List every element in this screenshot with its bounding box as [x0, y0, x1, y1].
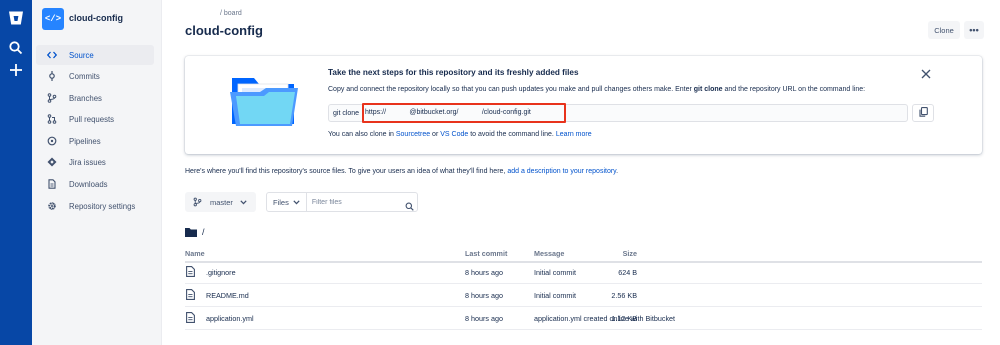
code-icon — [47, 50, 57, 60]
file-icon — [186, 312, 195, 323]
header-size[interactable]: Size — [623, 249, 637, 258]
search-icon[interactable] — [405, 198, 414, 211]
table-row[interactable]: .gitignore 624 B 8 hours ago Initial com… — [185, 261, 982, 284]
file-filter: Files — [266, 192, 418, 212]
pull-request-icon — [47, 114, 57, 124]
repo-avatar[interactable]: </> — [42, 8, 64, 30]
sidebar-item-downloads[interactable]: Downloads — [36, 174, 154, 194]
header-last-commit[interactable]: Last commit — [465, 249, 507, 258]
clone-button[interactable]: Clone — [928, 21, 960, 39]
bitbucket-logo-icon[interactable] — [8, 10, 24, 26]
gear-icon — [47, 201, 57, 211]
header-name[interactable]: Name — [185, 249, 205, 258]
clone-prefix: git clone — [333, 109, 360, 117]
vscode-link[interactable]: VS Code — [440, 131, 468, 138]
url-highlight-box — [362, 103, 566, 123]
sidebar-item-label: Jira issues — [69, 157, 106, 167]
files-dropdown[interactable]: Files — [267, 193, 307, 211]
sidebar-item-jira-issues[interactable]: Jira issues — [36, 152, 154, 172]
folder-icon — [185, 227, 197, 237]
header-message: Message — [534, 249, 565, 258]
branch-name: master — [210, 197, 233, 207]
source-intro-text: Here's where you'll find this repository… — [185, 168, 619, 175]
sidebar-repo-name[interactable]: cloud-config — [69, 13, 123, 23]
page-title: cloud-config — [185, 23, 263, 38]
branch-icon — [193, 197, 202, 207]
table-row[interactable]: application.yml 1.12 KB 8 hours ago appl… — [185, 307, 982, 330]
search-icon[interactable] — [8, 40, 24, 56]
file-last-commit: 8 hours ago — [465, 314, 503, 323]
file-last-commit: 8 hours ago — [465, 268, 503, 277]
branch-icon — [47, 93, 57, 103]
file-size: 2.56 KB — [611, 291, 637, 300]
sidebar-item-label: Commits — [69, 71, 100, 81]
file-message[interactable]: Initial commit — [534, 268, 576, 277]
project-sidebar: </> cloud-config Source Commits Branches… — [32, 0, 162, 345]
sidebar-item-source[interactable]: Source — [36, 45, 154, 65]
next-steps-panel: Take the next steps for this repository … — [185, 56, 982, 154]
global-nav — [0, 0, 32, 345]
sidebar-item-label: Downloads — [69, 179, 108, 189]
alternative-clone-text: You can also clone in Sourcetree or VS C… — [328, 131, 592, 138]
panel-description: Copy and connect the repository locally … — [328, 86, 866, 93]
folder-illustration-icon — [228, 72, 300, 137]
sidebar-item-pull-requests[interactable]: Pull requests — [36, 109, 154, 129]
jira-icon — [47, 157, 57, 167]
file-name[interactable]: application.yml — [206, 314, 254, 323]
chevron-down-icon — [293, 198, 300, 207]
clone-command-field[interactable]: git clone https:// @bitbucket.org/ /clou… — [328, 103, 908, 123]
sourcetree-link[interactable]: Sourcetree — [396, 131, 430, 138]
copy-button[interactable] — [912, 104, 934, 122]
sidebar-item-label: Pipelines — [69, 136, 101, 146]
learn-more-link[interactable]: Learn more — [556, 131, 592, 138]
file-size: 624 B — [618, 268, 637, 277]
chevron-down-icon — [240, 198, 247, 207]
branch-selector[interactable]: master — [185, 192, 256, 212]
sidebar-item-label: Source — [69, 50, 94, 60]
current-path: / — [185, 227, 205, 237]
more-actions-button[interactable]: ••• — [964, 21, 984, 39]
sidebar-item-repository-settings[interactable]: Repository settings — [36, 196, 154, 216]
filter-files-input[interactable] — [311, 198, 398, 206]
close-icon[interactable] — [920, 67, 932, 79]
file-message[interactable]: application.yml created online with Bitb… — [534, 314, 675, 323]
add-description-link[interactable]: add a description to your repository — [507, 168, 616, 175]
sidebar-item-label: Branches — [69, 93, 102, 103]
file-last-commit: 8 hours ago — [465, 291, 503, 300]
commit-icon — [47, 71, 57, 81]
path-text[interactable]: / — [202, 227, 205, 237]
table-row[interactable]: README.md 2.56 KB 8 hours ago Initial co… — [185, 284, 982, 307]
file-icon — [186, 289, 195, 300]
plus-icon[interactable] — [8, 62, 24, 78]
sidebar-item-pipelines[interactable]: Pipelines — [36, 131, 154, 151]
file-message[interactable]: Initial commit — [534, 291, 576, 300]
breadcrumb[interactable]: / board — [220, 10, 242, 17]
file-icon — [186, 266, 195, 277]
sidebar-item-label: Repository settings — [69, 201, 136, 211]
copy-icon — [918, 104, 928, 122]
sidebar-item-branches[interactable]: Branches — [36, 88, 154, 108]
sidebar-item-label: Pull requests — [69, 114, 115, 124]
pipelines-icon — [47, 136, 57, 146]
file-name[interactable]: README.md — [206, 291, 249, 300]
file-name[interactable]: .gitignore — [206, 268, 236, 277]
sidebar-item-commits[interactable]: Commits — [36, 66, 154, 86]
document-icon — [47, 179, 57, 189]
panel-title: Take the next steps for this repository … — [328, 68, 579, 77]
